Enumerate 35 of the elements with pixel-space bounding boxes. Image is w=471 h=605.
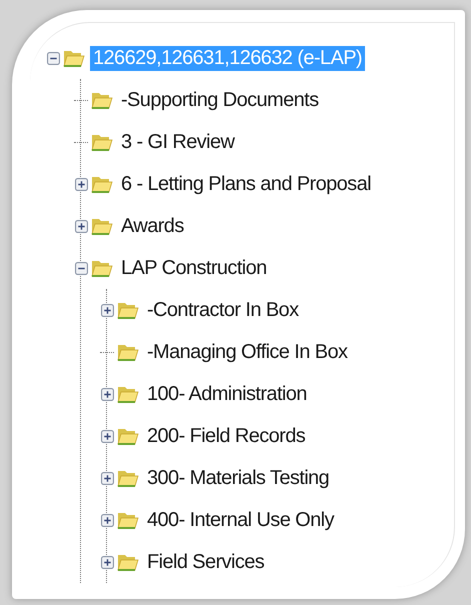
expand-icon[interactable] — [101, 430, 114, 442]
folder-icon — [91, 258, 113, 278]
expand-icon[interactable] — [101, 556, 114, 568]
tree-item[interactable]: Awards — [118, 214, 187, 238]
folder-icon — [117, 384, 139, 404]
folder-icon — [117, 342, 139, 362]
folder-icon — [117, 510, 139, 530]
folder-icon — [117, 426, 139, 446]
tree-item[interactable]: 200- Field Records — [144, 424, 308, 448]
tree-item[interactable]: -Contractor In Box — [144, 298, 302, 322]
expand-icon[interactable] — [101, 472, 114, 484]
collapse-icon[interactable] — [47, 52, 60, 64]
tree-item[interactable]: 6 - Letting Plans and Proposal — [118, 172, 374, 196]
folder-icon — [91, 174, 113, 194]
expand-icon[interactable] — [75, 178, 88, 190]
folder-icon — [91, 90, 113, 110]
tree-item[interactable]: 400- Internal Use Only — [144, 508, 337, 532]
folder-icon — [91, 132, 113, 152]
expand-icon[interactable] — [101, 388, 114, 400]
expand-icon[interactable] — [75, 220, 88, 232]
tree-item[interactable]: -Managing Office In Box — [144, 340, 350, 364]
expand-icon[interactable] — [101, 304, 114, 316]
folder-icon — [117, 552, 139, 572]
tree-item[interactable]: 300- Materials Testing — [144, 466, 332, 490]
tree-item[interactable]: Field Services — [144, 550, 268, 574]
tree-item[interactable]: 100- Administration — [144, 382, 310, 406]
folder-icon — [91, 216, 113, 236]
folder-icon — [117, 300, 139, 320]
tree-item[interactable]: -Supporting Documents — [118, 88, 322, 112]
folder-icon — [63, 48, 85, 68]
tree-item[interactable]: LAP Construction — [118, 256, 270, 280]
expand-icon[interactable] — [101, 514, 114, 526]
collapse-icon[interactable] — [75, 262, 88, 274]
folder-icon — [117, 468, 139, 488]
tree-item[interactable]: 3 - GI Review — [118, 130, 238, 154]
